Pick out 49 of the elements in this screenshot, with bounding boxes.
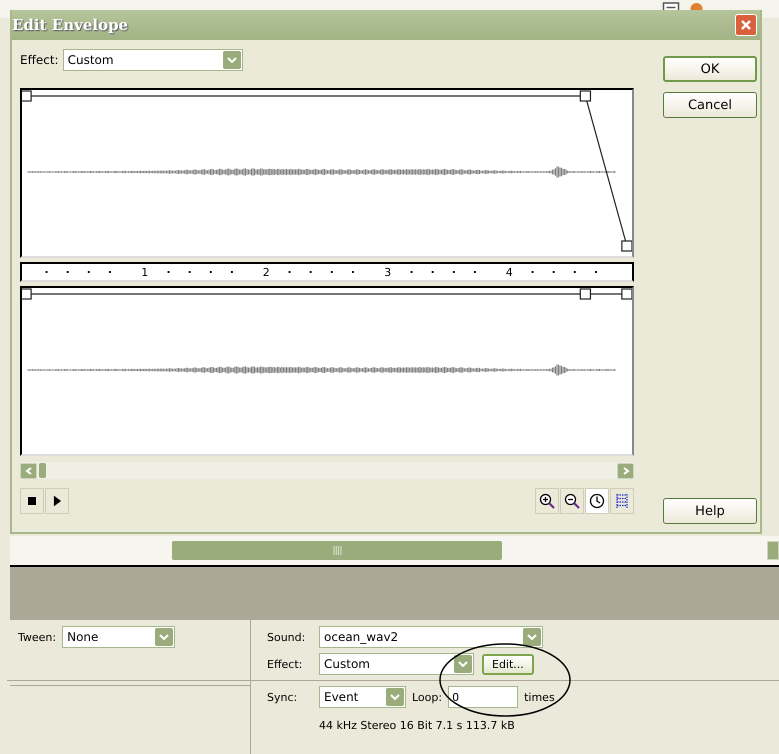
zoom-in-button[interactable]	[535, 488, 559, 514]
effect-label: Effect:	[20, 53, 59, 67]
zoom-out-icon	[564, 493, 580, 509]
sound-dropdown[interactable]: ocean_wav2	[319, 626, 543, 648]
ruler-label: 4	[506, 266, 513, 278]
stop-icon	[27, 496, 37, 506]
cancel-button[interactable]: Cancel	[663, 92, 757, 118]
play-icon	[52, 495, 62, 507]
window-title: Edit Envelope	[12, 16, 128, 34]
edit-button[interactable]: Edit...	[482, 654, 534, 674]
loop-label: Loop:	[412, 690, 442, 704]
ok-button[interactable]: OK	[663, 56, 757, 82]
ruler-label: 2	[262, 266, 270, 278]
tween-label: Tween:	[18, 630, 56, 644]
stage-scroll-thumb[interactable]	[172, 541, 502, 560]
caret-icon	[159, 634, 170, 640]
caret-icon	[527, 634, 537, 640]
grip-icon	[332, 546, 342, 555]
clock-icon	[589, 493, 605, 509]
chevron-left-icon	[24, 466, 32, 474]
caret-icon	[390, 694, 400, 700]
sync-label: Sync:	[267, 690, 298, 704]
frames-button[interactable]	[610, 488, 634, 514]
envelope-line[interactable]	[22, 288, 632, 300]
chevron-right-icon	[622, 466, 630, 474]
ruler-label: 3	[384, 266, 392, 278]
loop-field[interactable]: 0	[448, 686, 518, 708]
times-label: times	[524, 690, 555, 704]
effect-dropdown[interactable]: Custom	[62, 49, 243, 71]
sound-label: Sound:	[267, 630, 306, 644]
horizontal-scrollbar[interactable]	[20, 462, 634, 479]
clock-button[interactable]	[585, 488, 609, 514]
scroll-thumb[interactable]	[39, 463, 46, 478]
close-icon	[740, 19, 752, 31]
effect-dropdown[interactable]: Custom	[319, 653, 474, 675]
stop-button[interactable]	[20, 488, 44, 514]
close-button[interactable]	[735, 14, 757, 36]
tween-dropdown[interactable]: None	[62, 626, 176, 648]
zoom-out-button[interactable]	[560, 488, 584, 514]
caret-icon	[226, 57, 237, 63]
zoom-in-icon	[539, 493, 555, 509]
frames-icon	[614, 493, 630, 509]
sound-info-text: 44 kHz Stereo 16 Bit 7.1 s 113.7 kB	[318, 719, 516, 732]
play-button[interactable]	[45, 488, 69, 514]
help-button[interactable]: Help	[663, 498, 757, 524]
ruler-label: 1	[141, 266, 148, 278]
caret-icon	[458, 661, 468, 667]
sync-dropdown[interactable]: Event	[319, 686, 406, 708]
effect-label: Effect:	[267, 658, 304, 670]
